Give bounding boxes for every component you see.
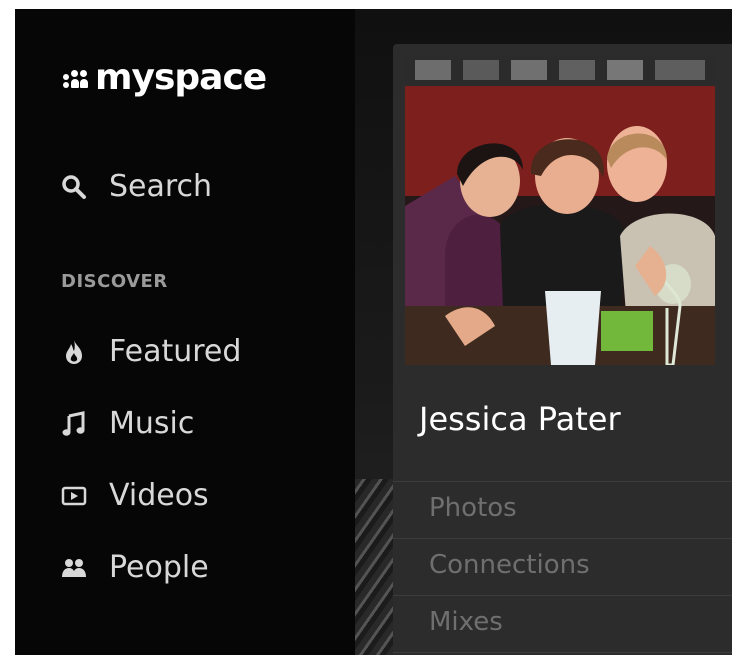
sidebar-item-featured[interactable]: Featured (61, 334, 241, 369)
people-icon (61, 555, 87, 581)
divider (393, 652, 732, 653)
profile-name: Jessica Pater (419, 400, 621, 438)
divider (393, 538, 732, 539)
sidebar-item-label: Videos (109, 478, 209, 513)
video-play-icon (61, 483, 87, 509)
sidebar-item-music[interactable]: Music (61, 406, 194, 441)
myspace-logo[interactable]: myspace (63, 57, 267, 98)
profile-card: Jessica Pater Photos Connections Mixes (393, 44, 732, 655)
connections-link[interactable]: Connections (429, 550, 590, 580)
sidebar-item-label: Featured (109, 334, 242, 369)
flame-icon (61, 339, 87, 365)
myspace-logo-icon (63, 68, 93, 88)
profile-photo[interactable] (405, 56, 715, 365)
sidebar-item-videos[interactable]: Videos (61, 478, 209, 513)
sidebar: myspace Search DISCOVER Featured Music V… (15, 9, 355, 655)
sidebar-item-people[interactable]: People (61, 550, 209, 585)
music-note-icon (61, 410, 87, 437)
sidebar-item-label: People (109, 550, 209, 585)
divider (393, 481, 732, 482)
brand-name: myspace (95, 57, 267, 98)
mixes-link[interactable]: Mixes (429, 607, 503, 637)
search-icon (61, 174, 87, 200)
app-frame: myspace Search DISCOVER Featured Music V… (15, 9, 732, 655)
sidebar-item-label: Music (109, 406, 195, 441)
search-link[interactable]: Search (61, 169, 212, 204)
search-label: Search (109, 169, 213, 204)
discover-heading: DISCOVER (61, 271, 168, 292)
divider (393, 595, 732, 596)
photos-link[interactable]: Photos (429, 493, 517, 523)
